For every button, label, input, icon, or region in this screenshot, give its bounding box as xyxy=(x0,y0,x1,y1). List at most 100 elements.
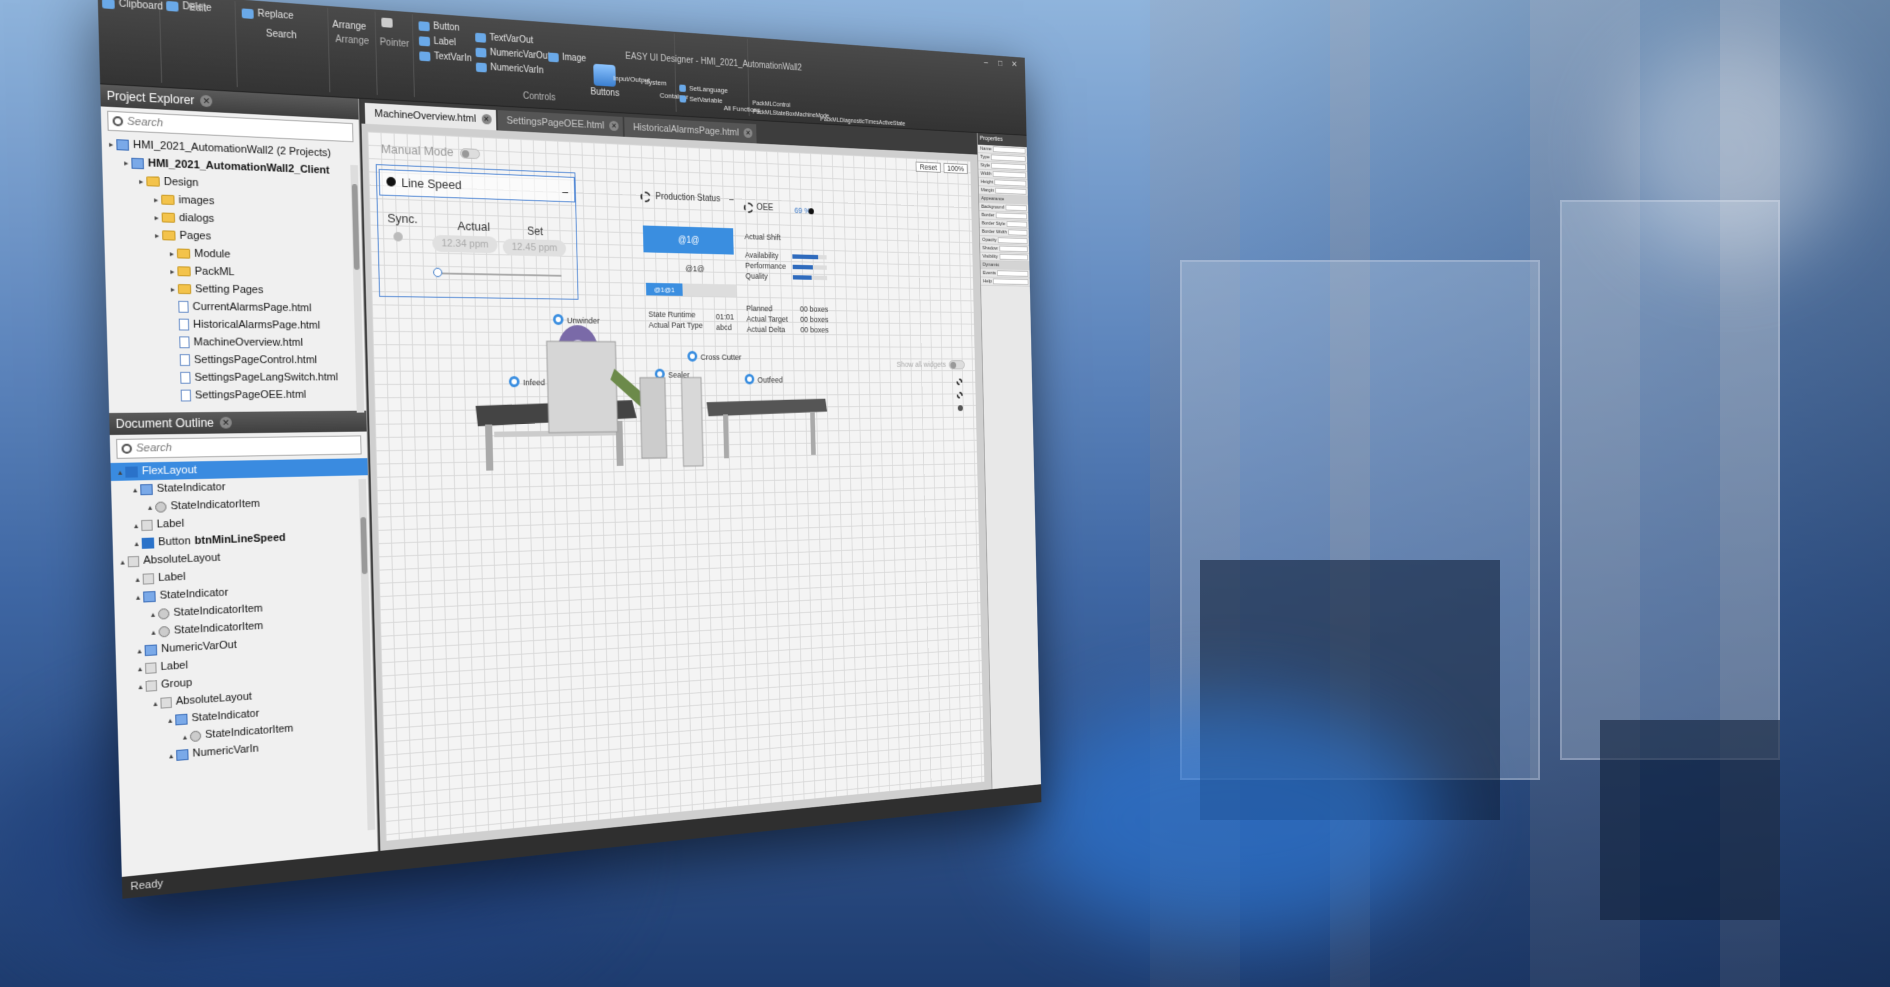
project-tree-item[interactable]: SettingsPageOEE.html xyxy=(108,386,366,405)
outline-node-icon xyxy=(127,555,140,567)
production-status-label: Production Status xyxy=(655,191,721,205)
expand-chevron-icon[interactable]: ▸ xyxy=(151,195,162,204)
expand-chevron-icon[interactable]: ▴ xyxy=(117,557,128,566)
expand-chevron-icon[interactable]: ▴ xyxy=(131,538,142,548)
property-label: Appearance xyxy=(981,196,1005,203)
close-icon[interactable]: ✕ xyxy=(609,120,619,132)
label-control[interactable]: Label xyxy=(418,35,456,48)
packml-control-button[interactable]: PackMLControl xyxy=(752,100,790,108)
expand-chevron-icon[interactable]: ▴ xyxy=(134,646,145,656)
project-tree-item[interactable]: SettingsPageLangSwitch.html xyxy=(108,369,366,387)
search-button[interactable]: Search xyxy=(266,29,297,42)
expand-chevron-icon[interactable]: ▴ xyxy=(145,502,156,511)
property-value-input[interactable] xyxy=(995,212,1027,220)
page-canvas[interactable]: Reset 100% Manual Mode Line Speed – Sync… xyxy=(367,131,985,841)
expand-chevron-icon[interactable]: ▴ xyxy=(131,521,142,530)
project-tree-item[interactable]: HistoricalAlarmsPage.html xyxy=(106,315,364,335)
clipboard-button[interactable]: Clipboard xyxy=(101,0,163,13)
property-value-input[interactable] xyxy=(999,253,1028,261)
expand-chevron-icon[interactable]: ▴ xyxy=(166,751,176,761)
property-value-input[interactable] xyxy=(990,154,1026,162)
outline-tree-item-label: Group xyxy=(160,676,193,691)
project-tree-item[interactable]: MachineOverview.html xyxy=(107,333,365,352)
setvariable-button[interactable]: SetVariable xyxy=(679,94,723,105)
minimize-button[interactable]: – xyxy=(981,58,991,69)
production-status-collapse-button[interactable]: – xyxy=(729,195,734,205)
close-icon[interactable]: ✕ xyxy=(481,113,492,125)
document-outline-search-input[interactable]: Search xyxy=(116,435,362,459)
expand-chevron-icon[interactable]: ▸ xyxy=(136,176,147,185)
ribbon-group-pointer: Pointer xyxy=(375,11,415,98)
expand-chevron-icon[interactable]: ▴ xyxy=(150,698,161,708)
property-value-input[interactable] xyxy=(1005,204,1027,212)
expand-chevron-icon[interactable]: ▸ xyxy=(151,213,161,222)
expand-chevron-icon[interactable]: ▴ xyxy=(135,664,146,674)
line-speed-min-button[interactable]: – xyxy=(562,186,568,199)
property-value-input[interactable] xyxy=(992,146,1026,154)
property-value-input[interactable] xyxy=(999,245,1028,253)
project-tree-item[interactable]: SettingsPageControl.html xyxy=(107,351,365,369)
property-value-input[interactable] xyxy=(997,237,1028,244)
line-speed-slider-thumb[interactable] xyxy=(433,267,443,278)
textvarout-control[interactable]: TextVarOut xyxy=(475,32,533,46)
arrange-button[interactable]: Arrange xyxy=(332,20,366,33)
button-control[interactable]: Button xyxy=(418,20,460,33)
expand-chevron-icon[interactable]: ▸ xyxy=(106,139,117,148)
expand-chevron-icon[interactable]: ▴ xyxy=(130,485,141,494)
expand-chevron-icon[interactable]: ▴ xyxy=(135,681,146,691)
expand-chevron-icon[interactable]: ▸ xyxy=(121,158,132,167)
numericvarin-control[interactable]: NumericVarIn xyxy=(475,62,544,76)
line-speed-widget[interactable]: Line Speed – Sync. Actual Set 12.34 ppm … xyxy=(375,164,579,300)
close-icon[interactable]: ✕ xyxy=(743,127,753,139)
setlanguage-button[interactable]: SetLanguage xyxy=(679,84,728,95)
setvariable-icon xyxy=(679,94,687,103)
line-speed-slider-track[interactable] xyxy=(436,272,562,277)
maximize-button[interactable]: □ xyxy=(995,59,1005,70)
replace-button[interactable]: Replace xyxy=(241,7,294,22)
pointer-button[interactable] xyxy=(381,17,393,28)
property-value-input[interactable] xyxy=(997,270,1029,277)
property-label: Events xyxy=(982,270,997,276)
expand-chevron-icon[interactable]: ▴ xyxy=(148,609,159,618)
show-all-widgets-toggle[interactable] xyxy=(948,360,965,370)
expand-chevron-icon[interactable]: ▸ xyxy=(167,249,177,258)
system-gallery[interactable]: System xyxy=(644,78,666,87)
expand-chevron-icon[interactable]: ▴ xyxy=(132,574,143,583)
property-value-input[interactable] xyxy=(995,187,1027,195)
packml-statebox-button[interactable]: PackMLStateBoxMachineMode xyxy=(753,109,830,119)
expand-chevron-icon[interactable]: ▸ xyxy=(167,267,177,276)
numericvarout-control[interactable]: NumericVarOut xyxy=(475,47,550,62)
expand-chevron-icon[interactable]: ▴ xyxy=(148,627,159,636)
textvarin-control[interactable]: TextVarIn xyxy=(419,50,472,64)
set-speed-input[interactable]: 12.45 ppm xyxy=(502,238,567,257)
expand-chevron-icon[interactable]: ▴ xyxy=(115,467,126,476)
property-value-input[interactable] xyxy=(992,171,1027,179)
reset-button[interactable]: Reset xyxy=(915,161,941,173)
kpi-bar-track xyxy=(792,274,828,280)
project-tree-item-label: SettingsPageLangSwitch.html xyxy=(194,371,339,384)
property-value-input[interactable] xyxy=(994,179,1027,187)
zoom-select[interactable]: 100% xyxy=(943,162,968,175)
close-button[interactable]: ✕ xyxy=(1009,60,1019,71)
expand-chevron-icon[interactable]: ▴ xyxy=(133,592,144,601)
expand-chevron-icon[interactable]: ▴ xyxy=(165,715,175,725)
property-label: Background xyxy=(981,204,1005,210)
expand-chevron-icon[interactable]: ▸ xyxy=(152,231,162,240)
oee-state-indicator xyxy=(808,208,814,215)
property-row[interactable]: Help xyxy=(980,277,1030,287)
manual-mode-toggle[interactable] xyxy=(460,148,481,160)
close-icon[interactable]: ✕ xyxy=(219,416,233,429)
expand-chevron-icon[interactable]: ▸ xyxy=(168,284,178,293)
property-value-input[interactable] xyxy=(993,278,1029,285)
property-value-input[interactable] xyxy=(1006,221,1028,228)
settings-gear-icon[interactable] xyxy=(956,391,963,399)
expand-chevron-icon[interactable]: ▴ xyxy=(180,732,190,742)
close-icon[interactable]: ✕ xyxy=(200,94,213,108)
replace-icon xyxy=(241,7,254,19)
property-value-input[interactable] xyxy=(1008,229,1028,236)
project-tree-item-label: PackML xyxy=(194,265,235,279)
image-control[interactable]: Image xyxy=(548,52,586,64)
settings-gear-icon[interactable] xyxy=(956,378,963,386)
property-value-input[interactable] xyxy=(991,162,1026,171)
production-status-state-box: @1@ xyxy=(642,225,734,255)
